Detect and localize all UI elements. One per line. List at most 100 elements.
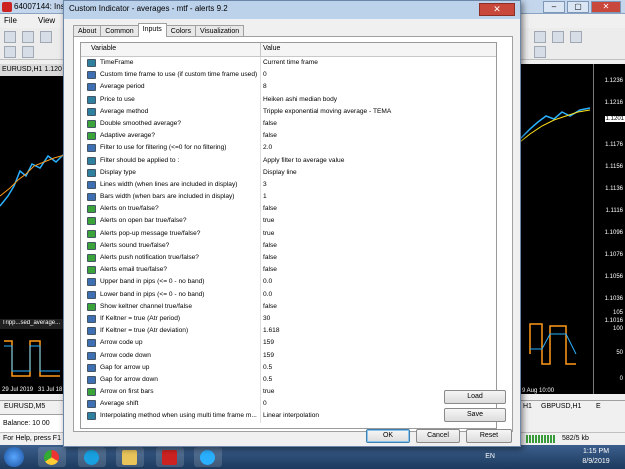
input-row[interactable]: Lines width (when lines are included in … bbox=[81, 178, 496, 192]
input-row[interactable]: Price to use Heiken ashi median body bbox=[81, 93, 496, 106]
star-taskbar-icon[interactable] bbox=[194, 447, 222, 467]
input-row[interactable]: Custom time frame to use (if custom time… bbox=[81, 69, 496, 82]
input-row-value[interactable]: 0.5 bbox=[263, 376, 272, 383]
input-row[interactable]: Gap for arrow down 0.5 bbox=[81, 373, 496, 387]
input-row[interactable]: Filter should be applied to : Apply filte… bbox=[81, 154, 496, 167]
input-row[interactable]: Alerts on true/false? false bbox=[81, 203, 496, 216]
input-row-value[interactable]: 0.0 bbox=[263, 291, 272, 298]
input-row-value[interactable]: Heiken ashi median body bbox=[263, 96, 337, 103]
row-divider bbox=[260, 130, 261, 143]
start-button-icon[interactable] bbox=[4, 447, 24, 467]
input-row[interactable]: Arrow code down 159 bbox=[81, 349, 496, 362]
input-row[interactable]: Arrow code up 159 bbox=[81, 337, 496, 350]
input-row-value[interactable]: 0.0 bbox=[263, 278, 272, 285]
market-watch-icon[interactable] bbox=[40, 31, 52, 43]
cursor-icon[interactable] bbox=[4, 46, 16, 58]
input-row-value[interactable]: true bbox=[263, 388, 274, 395]
input-row[interactable]: Filter to use for filtering (<=0 for no … bbox=[81, 142, 496, 155]
chart-tab[interactable]: E bbox=[596, 403, 601, 410]
input-row-value[interactable]: Linear interpolation bbox=[263, 412, 319, 419]
input-row-value[interactable]: Current time frame bbox=[263, 59, 318, 66]
input-row-value[interactable]: 0.5 bbox=[263, 364, 272, 371]
chrome-taskbar-icon[interactable] bbox=[38, 447, 66, 467]
input-row[interactable]: Adaptive average? false bbox=[81, 130, 496, 143]
input-row[interactable]: Lower band in pips (<= 0 - no band) 0.0 bbox=[81, 288, 496, 301]
input-row[interactable]: Average method Tripple exponential moving… bbox=[81, 105, 496, 118]
input-row[interactable]: Bars width (when bars are included in di… bbox=[81, 191, 496, 204]
profiles-icon[interactable] bbox=[22, 31, 34, 43]
input-row[interactable]: Upper band in pips (<= 0 - no band) 0.0 bbox=[81, 276, 496, 289]
tab-inputs[interactable]: Inputs bbox=[137, 23, 167, 37]
input-row-value[interactable]: false bbox=[263, 242, 277, 249]
price-label: 1.1236 bbox=[604, 78, 623, 84]
maximize-icon[interactable]: ▢ bbox=[567, 1, 589, 13]
input-row-value[interactable]: Display line bbox=[263, 169, 297, 176]
input-row-value[interactable]: 1 bbox=[263, 193, 267, 200]
crosshair-icon[interactable] bbox=[22, 46, 34, 58]
mt4-taskbar-icon[interactable] bbox=[156, 447, 184, 467]
input-row-value[interactable]: false bbox=[263, 303, 277, 310]
input-row-value[interactable]: 30 bbox=[263, 315, 270, 322]
column-divider[interactable] bbox=[260, 43, 261, 57]
ok-button[interactable]: OK bbox=[366, 429, 410, 443]
menu-view[interactable]: View bbox=[38, 16, 55, 25]
input-row-value[interactable]: 1.618 bbox=[263, 327, 280, 334]
input-row-value[interactable]: true bbox=[263, 217, 274, 224]
chart-left[interactable] bbox=[0, 76, 68, 394]
input-row[interactable]: Interpolating method when using multi ti… bbox=[81, 410, 496, 423]
input-row-value[interactable]: 3 bbox=[263, 181, 267, 188]
input-row[interactable]: Double smoothed average? false bbox=[81, 117, 496, 131]
input-row[interactable]: Alerts on open bar true/false? true bbox=[81, 215, 496, 228]
input-row-value[interactable]: 159 bbox=[263, 339, 274, 346]
input-row-variable: Gap for arrow up bbox=[100, 363, 150, 371]
autoscroll-icon[interactable] bbox=[570, 31, 582, 43]
input-row[interactable]: Gap for arrow up 0.5 bbox=[81, 361, 496, 374]
grid-icon[interactable] bbox=[552, 31, 564, 43]
reset-button[interactable]: Reset bbox=[466, 429, 512, 443]
input-row[interactable]: Average period 8 bbox=[81, 81, 496, 94]
input-row-value[interactable]: 159 bbox=[263, 352, 274, 359]
input-row[interactable]: If Keltner = true (Atr period) 30 bbox=[81, 312, 496, 326]
input-row[interactable]: Average shift 0 bbox=[81, 398, 496, 411]
column-variable[interactable]: Variable bbox=[91, 45, 116, 52]
save-button[interactable]: Save bbox=[444, 408, 506, 422]
input-row-value[interactable]: 0 bbox=[263, 71, 267, 78]
input-row[interactable]: Alerts push notification true/false? fals… bbox=[81, 252, 496, 265]
input-row-value[interactable]: false bbox=[263, 254, 277, 261]
column-value[interactable]: Value bbox=[263, 45, 280, 52]
input-row-value[interactable]: false bbox=[263, 266, 277, 273]
load-button[interactable]: Load bbox=[444, 390, 506, 404]
chart-tab[interactable]: GBPUSD,H1 bbox=[541, 403, 581, 410]
input-row-value[interactable]: Tripple exponential moving average - TEM… bbox=[263, 108, 391, 115]
input-row[interactable]: Alerts email true/false? false bbox=[81, 264, 496, 277]
input-row-value[interactable]: false bbox=[263, 132, 277, 139]
explorer-taskbar-icon[interactable] bbox=[116, 447, 144, 467]
cancel-button[interactable]: Cancel bbox=[416, 429, 460, 443]
input-row-value[interactable]: true bbox=[263, 230, 274, 237]
chart-shift-icon[interactable] bbox=[534, 46, 546, 58]
input-row[interactable]: Arrow on first bars true bbox=[81, 386, 496, 399]
input-row[interactable]: Alerts sound true/false? false bbox=[81, 239, 496, 252]
input-row[interactable]: Display type Display line bbox=[81, 166, 496, 179]
input-row[interactable]: If Keltner = true (Atr deviation) 1.618 bbox=[81, 325, 496, 338]
input-row-value[interactable]: Apply filter to average value bbox=[263, 157, 344, 164]
input-row[interactable]: TimeFrame Current time frame bbox=[81, 57, 496, 70]
new-chart-icon[interactable] bbox=[4, 31, 16, 43]
zoom-icon[interactable] bbox=[534, 31, 546, 43]
chart-tab[interactable]: H1 bbox=[523, 403, 532, 410]
dialog-close-button[interactable]: ✕ bbox=[479, 3, 515, 16]
input-row[interactable]: Show keltner channel true/false false bbox=[81, 300, 496, 313]
chart-tab[interactable]: EURUSD,M5 bbox=[4, 403, 45, 410]
row-divider bbox=[260, 57, 261, 70]
input-row-value[interactable]: 8 bbox=[263, 83, 267, 90]
menu-file[interactable]: File bbox=[4, 16, 17, 25]
close-icon[interactable]: ✕ bbox=[591, 1, 621, 13]
input-row-value[interactable]: false bbox=[263, 205, 277, 212]
input-row-value[interactable]: 0 bbox=[263, 400, 267, 407]
input-row-value[interactable]: false bbox=[263, 120, 277, 127]
input-row[interactable]: Alerts pop-up message true/false? true bbox=[81, 227, 496, 240]
language-indicator[interactable]: EN bbox=[485, 453, 495, 460]
minimize-icon[interactable]: – bbox=[543, 1, 565, 13]
skype-taskbar-icon[interactable] bbox=[78, 447, 106, 467]
input-row-value[interactable]: 2.0 bbox=[263, 144, 272, 151]
